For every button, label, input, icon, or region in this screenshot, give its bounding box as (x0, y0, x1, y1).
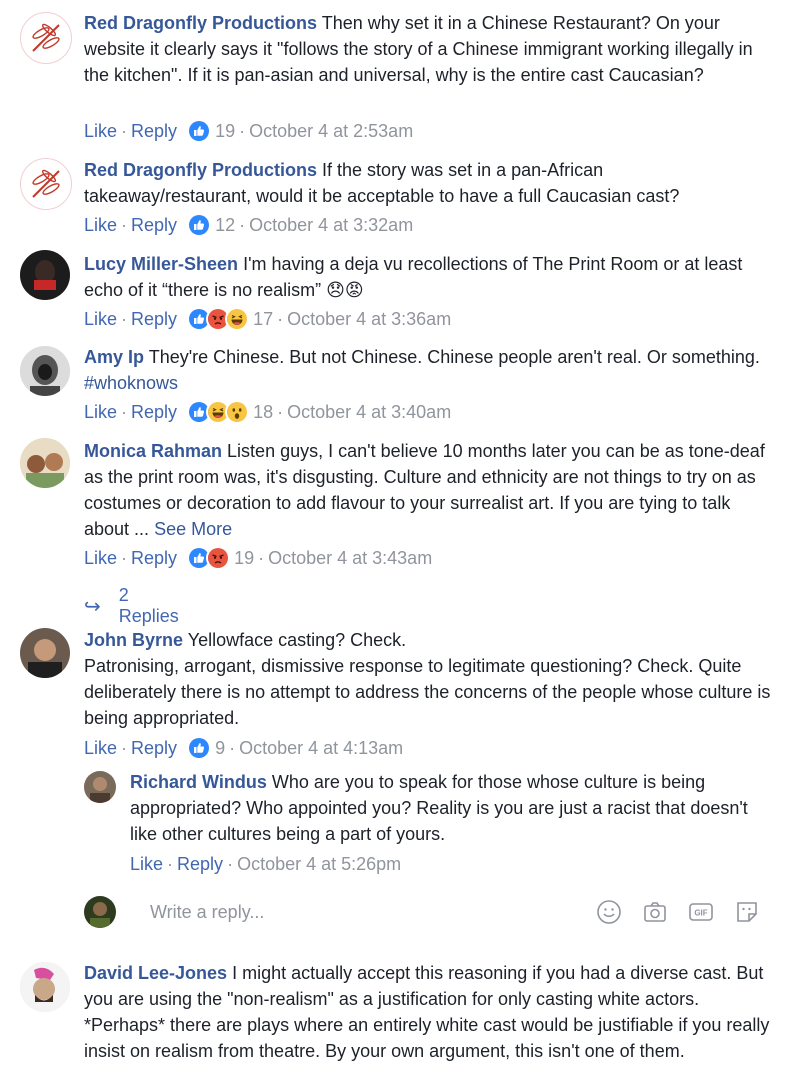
angry-reaction-icon (206, 546, 231, 570)
svg-text:GIF: GIF (694, 909, 707, 918)
replies-count-label[interactable]: 2 Replies (119, 585, 179, 627)
hashtag-link[interactable]: #whoknows (84, 373, 178, 393)
timestamp[interactable]: October 4 at 3:36am (287, 306, 451, 332)
like-button[interactable]: Like (84, 306, 117, 332)
reply-button[interactable]: Reply (131, 545, 177, 571)
reply-button[interactable]: Reply (131, 735, 177, 761)
reply-input[interactable]: Write a reply... GIF (150, 896, 760, 928)
reactions[interactable] (187, 119, 212, 143)
reply-button[interactable]: Reply (177, 851, 223, 877)
reactions[interactable] (187, 213, 212, 237)
reaction-count[interactable]: 19 (215, 118, 235, 144)
like-button[interactable]: Like (130, 851, 163, 877)
avatar[interactable] (20, 438, 70, 488)
commenter-name[interactable]: Lucy Miller-Sheen (84, 254, 238, 274)
reactions[interactable] (187, 400, 250, 424)
reactions[interactable] (187, 307, 250, 331)
reactions[interactable] (187, 546, 231, 570)
commenter-name[interactable]: David Lee-Jones (84, 963, 227, 983)
avatar[interactable] (20, 346, 70, 396)
avatar[interactable] (20, 250, 70, 300)
emoji-icon[interactable] (596, 899, 622, 925)
reaction-count[interactable]: 18 (253, 399, 273, 425)
like-button[interactable]: Like (84, 735, 117, 761)
like-reaction-icon (187, 736, 212, 760)
reactions[interactable] (187, 736, 212, 760)
reaction-count[interactable]: 19 (234, 545, 254, 571)
reaction-count[interactable]: 12 (215, 212, 235, 238)
avatar[interactable] (20, 962, 70, 1012)
reply-button[interactable]: Reply (131, 212, 177, 238)
reply-placeholder[interactable]: Write a reply... (150, 902, 576, 923)
reaction-count[interactable]: 9 (215, 735, 225, 761)
timestamp[interactable]: October 4 at 5:26pm (237, 851, 401, 877)
avatar[interactable] (20, 628, 70, 678)
like-button[interactable]: Like (84, 545, 117, 571)
commenter-name[interactable]: John Byrne (84, 630, 183, 650)
like-reaction-icon (187, 213, 212, 237)
reply-button[interactable]: Reply (131, 399, 177, 425)
emoji-icons: 😞😡 (326, 280, 364, 300)
timestamp[interactable]: October 4 at 4:13am (239, 735, 403, 761)
avatar[interactable] (20, 158, 72, 210)
reaction-count[interactable]: 17 (253, 306, 273, 332)
reply-arrow-icon: ↪ (84, 595, 101, 618)
haha-reaction-icon (225, 307, 250, 331)
sticker-icon[interactable] (734, 899, 760, 925)
comment-text-continued: Patronising, arrogant, dismissive respon… (84, 656, 771, 728)
comment-text: Yellowface casting? Check. (187, 630, 407, 650)
reply-button[interactable]: Reply (131, 118, 177, 144)
current-user-avatar (84, 896, 116, 928)
reply-button[interactable]: Reply (131, 306, 177, 332)
gif-icon[interactable]: GIF (688, 899, 714, 925)
timestamp[interactable]: October 4 at 2:53am (249, 118, 413, 144)
like-reaction-icon (187, 119, 212, 143)
wow-reaction-icon (225, 400, 250, 424)
avatar[interactable] (20, 12, 72, 64)
view-replies-link[interactable]: ↪ 2 Replies (84, 585, 179, 627)
commenter-name[interactable]: Monica Rahman (84, 441, 222, 461)
timestamp[interactable]: October 4 at 3:43am (268, 545, 432, 571)
like-button[interactable]: Like (84, 118, 117, 144)
like-button[interactable]: Like (84, 399, 117, 425)
avatar[interactable] (84, 771, 116, 803)
timestamp[interactable]: October 4 at 3:32am (249, 212, 413, 238)
commenter-name[interactable]: Red Dragonfly Productions (84, 160, 317, 180)
timestamp[interactable]: October 4 at 3:40am (287, 399, 451, 425)
see-more-link[interactable]: See More (154, 519, 232, 539)
camera-icon[interactable] (642, 899, 668, 925)
comment-text: They're Chinese. But not Chinese. Chines… (148, 347, 760, 367)
commenter-name[interactable]: Red Dragonfly Productions (84, 13, 317, 33)
commenter-name[interactable]: Amy Ip (84, 347, 144, 367)
like-button[interactable]: Like (84, 212, 117, 238)
commenter-name[interactable]: Richard Windus (130, 772, 267, 792)
